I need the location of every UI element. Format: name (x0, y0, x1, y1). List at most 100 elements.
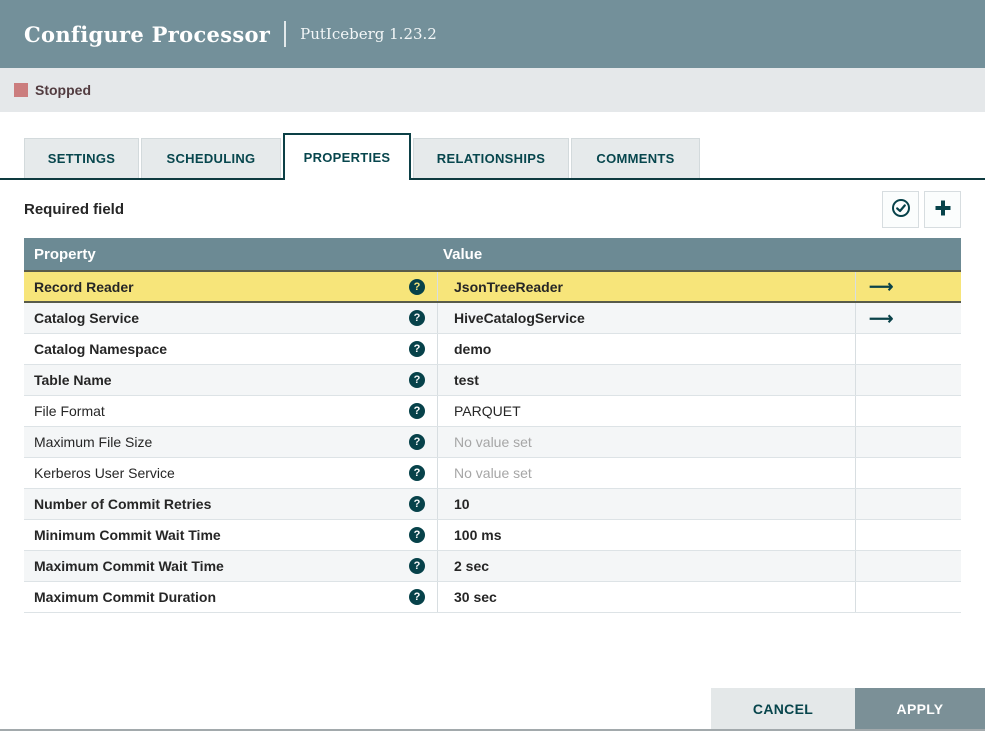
required-field-label: Required field (24, 200, 125, 218)
property-value-cell[interactable]: 100 ms (437, 520, 855, 550)
property-row[interactable]: Catalog Service? HiveCatalogService ⟶ (24, 303, 961, 334)
property-name: File Format (34, 403, 105, 419)
tab-scheduling[interactable]: SCHEDULING (141, 138, 281, 178)
property-name: Number of Commit Retries (34, 496, 212, 512)
property-name-cell: Table Name? (24, 365, 437, 395)
property-value-cell[interactable]: 10 (437, 489, 855, 519)
property-actions-cell (855, 520, 961, 550)
property-actions-cell: ⟶ (855, 303, 961, 333)
property-name: Table Name (34, 372, 112, 388)
apply-button[interactable]: APPLY (855, 688, 985, 729)
help-icon[interactable]: ? (409, 527, 425, 543)
property-name: Record Reader (34, 278, 134, 295)
property-row[interactable]: Maximum Commit Wait Time? 2 sec (24, 551, 961, 582)
property-value: HiveCatalogService (454, 310, 585, 326)
property-value-cell[interactable]: test (437, 365, 855, 395)
tab-comments[interactable]: COMMENTS (571, 138, 700, 178)
tab-properties[interactable]: PROPERTIES (283, 133, 411, 180)
property-value: JsonTreeReader (454, 278, 563, 295)
help-icon[interactable]: ? (409, 278, 425, 295)
property-name-cell: Maximum Commit Duration? (24, 582, 437, 612)
property-value: demo (454, 341, 492, 357)
properties-table-body: Record Reader? JsonTreeReader ⟶ Catalog Ser… (24, 270, 961, 613)
help-icon[interactable]: ? (409, 465, 425, 481)
property-value-cell[interactable]: JsonTreeReader (437, 272, 855, 301)
property-row[interactable]: File Format? PARQUET (24, 396, 961, 427)
property-actions-cell (855, 551, 961, 581)
property-value: 30 sec (454, 589, 497, 605)
property-row[interactable]: Kerberos User Service? No value set (24, 458, 961, 489)
property-name-cell: Maximum Commit Wait Time? (24, 551, 437, 581)
property-value: PARQUET (454, 403, 521, 419)
property-value-cell[interactable]: No value set (437, 427, 855, 457)
property-value: No value set (454, 434, 532, 450)
processor-name-version: PutIceberg 1.23.2 (300, 25, 437, 43)
property-name-cell: Catalog Service? (24, 303, 437, 333)
help-icon[interactable]: ? (409, 310, 425, 326)
dialog-title: Configure Processor (24, 21, 271, 47)
property-name-cell: Minimum Commit Wait Time? (24, 520, 437, 550)
property-actions-cell (855, 365, 961, 395)
property-row[interactable]: Record Reader? JsonTreeReader ⟶ (24, 270, 961, 303)
verify-properties-button[interactable] (882, 190, 919, 228)
dialog-header: Configure Processor PutIceberg 1.23.2 (0, 0, 985, 68)
help-icon[interactable]: ? (409, 372, 425, 388)
title-divider (284, 21, 287, 47)
add-property-button[interactable] (924, 190, 961, 228)
property-name-cell: File Format? (24, 396, 437, 426)
property-name: Maximum Commit Duration (34, 589, 217, 605)
properties-table-header: Property Value (24, 238, 961, 270)
cancel-button[interactable]: CANCEL (711, 688, 855, 729)
property-value-cell[interactable]: 2 sec (437, 551, 855, 581)
property-name-cell: Catalog Namespace? (24, 334, 437, 364)
properties-table: Property Value Record Reader? JsonTreeRea… (24, 238, 961, 613)
property-row[interactable]: Number of Commit Retries? 10 (24, 489, 961, 520)
property-actions-cell (855, 582, 961, 612)
status-label: Stopped (35, 82, 91, 98)
property-value-cell[interactable]: demo (437, 334, 855, 364)
property-name: Catalog Service (34, 310, 140, 326)
property-row[interactable]: Maximum File Size? No value set (24, 427, 961, 458)
property-row[interactable]: Table Name? test (24, 365, 961, 396)
property-value: 10 (454, 496, 470, 512)
tab-settings[interactable]: SETTINGS (24, 138, 139, 178)
property-name: Catalog Namespace (34, 341, 168, 357)
status-bar: Stopped (0, 68, 985, 112)
property-value-cell[interactable]: 30 sec (437, 582, 855, 612)
property-name-cell: Kerberos User Service? (24, 458, 437, 488)
go-to-service-icon[interactable]: ⟶ (869, 278, 893, 295)
property-row[interactable]: Minimum Commit Wait Time? 100 ms (24, 520, 961, 551)
property-name-cell: Number of Commit Retries? (24, 489, 437, 519)
property-name-cell: Maximum File Size? (24, 427, 437, 457)
help-icon[interactable]: ? (409, 496, 425, 512)
help-icon[interactable]: ? (409, 558, 425, 574)
dialog-footer: CANCEL APPLY (711, 688, 985, 729)
property-actions-cell (855, 458, 961, 488)
property-value: 2 sec (454, 558, 490, 574)
property-value: No value set (454, 465, 532, 481)
property-name: Kerberos User Service (34, 465, 175, 481)
property-actions-cell (855, 489, 961, 519)
property-value-cell[interactable]: PARQUET (437, 396, 855, 426)
tab-bar: SETTINGS SCHEDULING PROPERTIES RELATIONSHIP… (0, 133, 985, 180)
column-header-property: Property (34, 245, 96, 263)
property-row[interactable]: Catalog Namespace? demo (24, 334, 961, 365)
property-value: 100 ms (454, 527, 502, 543)
help-icon[interactable]: ? (409, 403, 425, 419)
help-icon[interactable]: ? (409, 341, 425, 357)
property-name: Maximum File Size (34, 434, 153, 450)
stopped-icon (14, 83, 28, 97)
help-icon[interactable]: ? (409, 434, 425, 450)
property-value-cell[interactable]: HiveCatalogService (437, 303, 855, 333)
property-row[interactable]: Maximum Commit Duration? 30 sec (24, 582, 961, 613)
help-icon[interactable]: ? (409, 589, 425, 605)
property-name: Maximum Commit Wait Time (34, 558, 224, 574)
check-circle-icon (891, 198, 911, 221)
column-header-value: Value (443, 245, 483, 263)
go-to-service-icon[interactable]: ⟶ (869, 310, 893, 327)
tab-relationships[interactable]: RELATIONSHIPS (413, 138, 569, 178)
properties-toolbar: Required field (24, 190, 961, 228)
property-name: Minimum Commit Wait Time (34, 527, 221, 543)
property-value-cell[interactable]: No value set (437, 458, 855, 488)
property-value: test (454, 372, 479, 388)
